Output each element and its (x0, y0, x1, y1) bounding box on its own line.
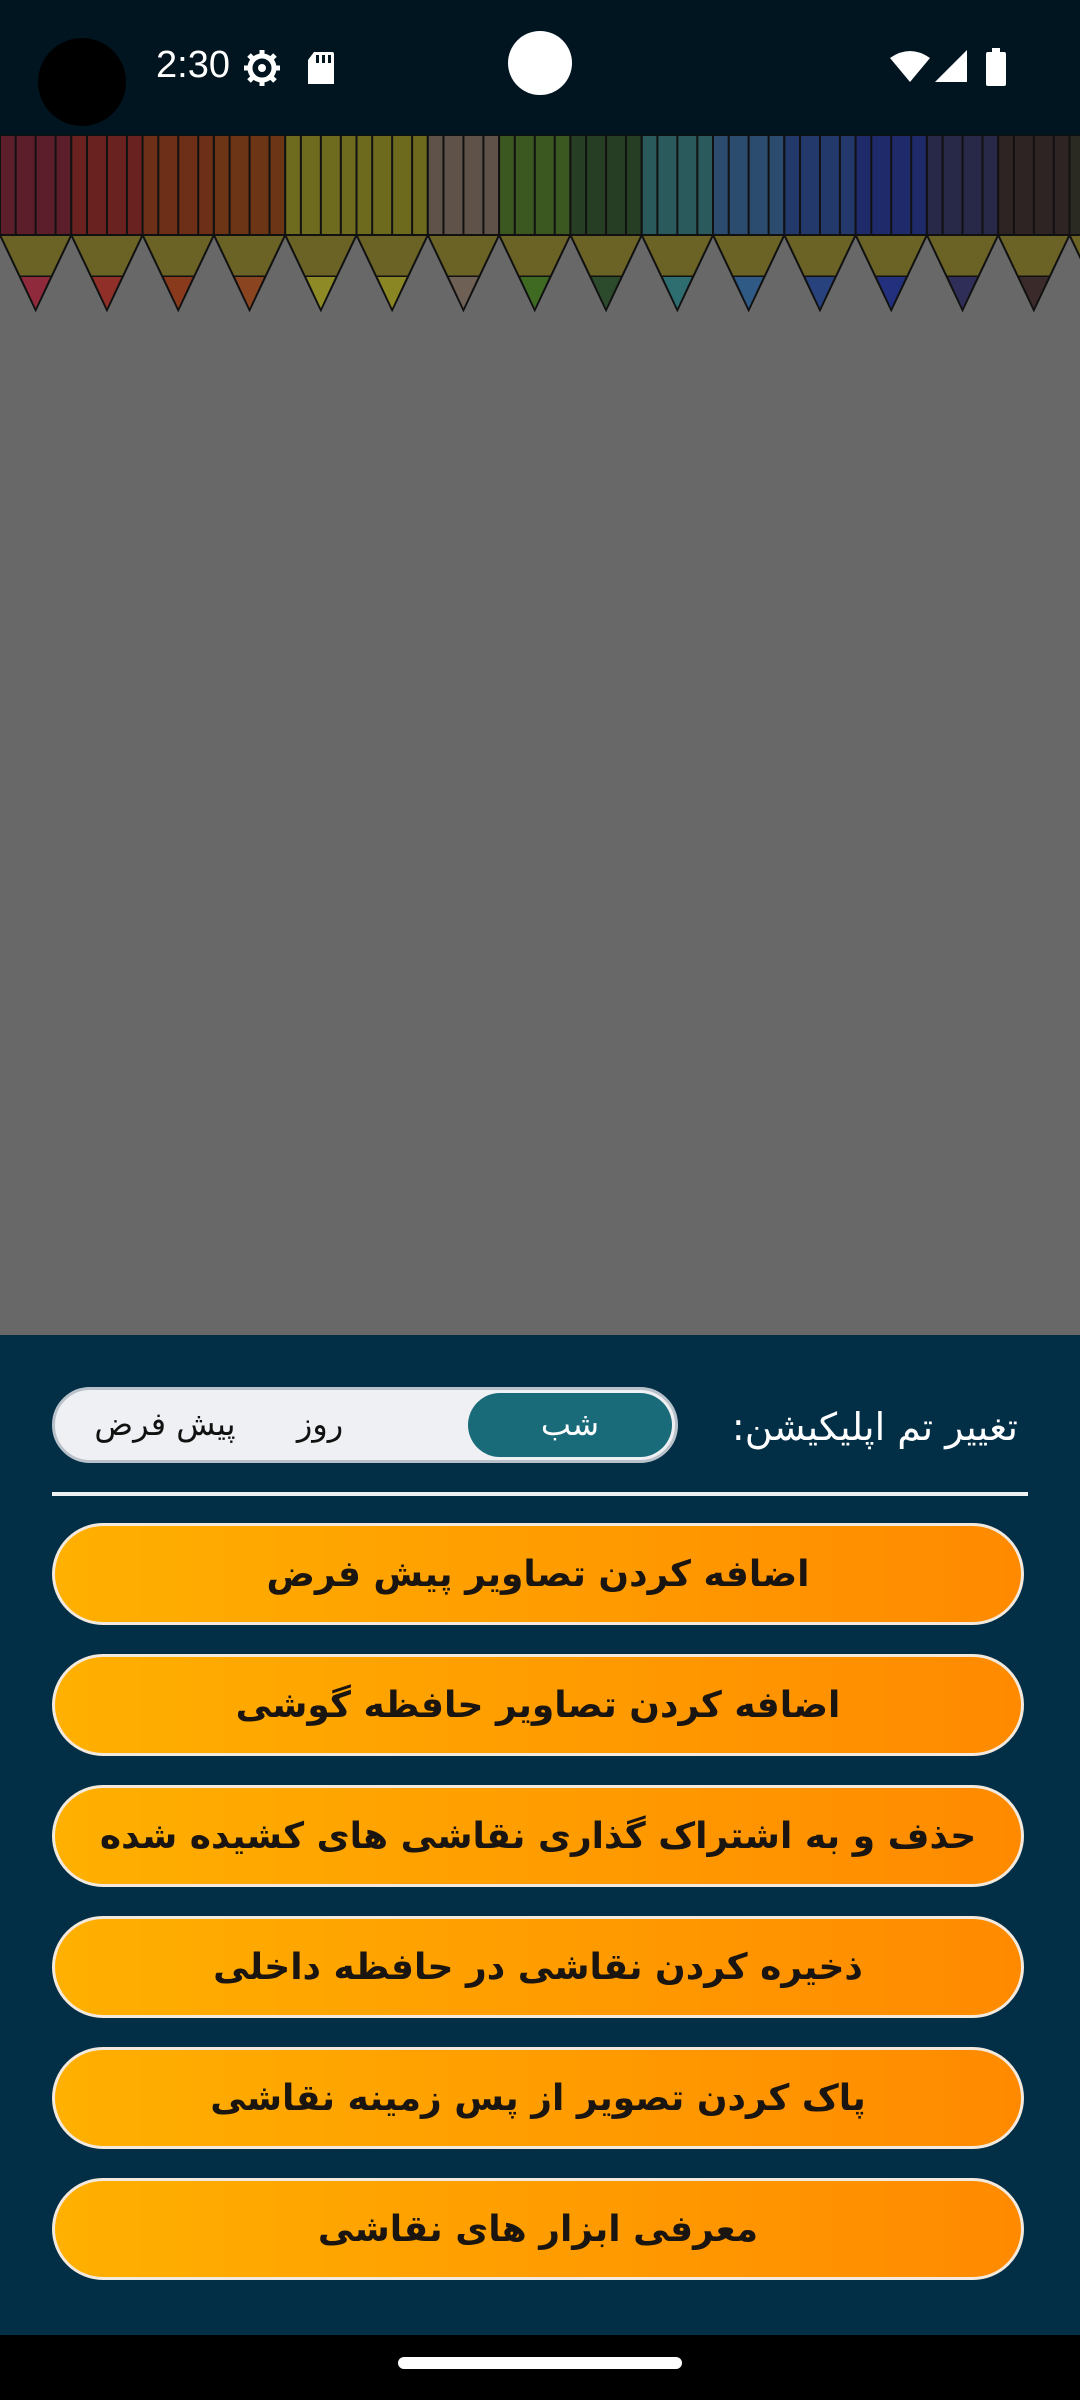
pencil-color-11[interactable] (782, 135, 858, 313)
delete-share-drawings-button[interactable]: حذف و به اشتراک گذاری نقاشی های کشیده شد… (52, 1785, 1024, 1887)
pencil-color-13[interactable] (925, 135, 1000, 313)
pencil-color-5[interactable] (354, 135, 430, 313)
clear-background-image-button[interactable]: پاک کردن تصویر از پس زمینه نقاشی (52, 2047, 1024, 2149)
button-label: اضافه کردن تصاویر حافظه گوشی (235, 1684, 841, 1726)
add-phone-images-button[interactable]: اضافه کردن تصاویر حافظه گوشی (52, 1654, 1024, 1756)
battery-icon (986, 48, 1006, 86)
pencil-color-strip[interactable] (0, 135, 1080, 313)
pencil-color-7[interactable] (497, 135, 572, 313)
pencil-color-12[interactable] (854, 135, 929, 313)
pencil-color-14[interactable] (996, 135, 1072, 313)
pencil-color-3[interactable] (212, 135, 287, 313)
divider (52, 1492, 1028, 1496)
status-time: 2:30 (156, 44, 230, 86)
pencil-color-8[interactable] (568, 135, 644, 313)
theme-option-night[interactable]: شب (468, 1393, 672, 1457)
theme-label: تغییر تم اپلیکیشن: (731, 1405, 1018, 1449)
pencil-color-9[interactable] (640, 135, 715, 313)
navigation-bar (0, 2335, 1080, 2400)
pencil-color-10[interactable] (711, 135, 786, 313)
button-label: اضافه کردن تصاویر پیش فرض (266, 1553, 810, 1595)
pencil-color-6[interactable] (426, 135, 501, 313)
theme-toggle[interactable]: پیش فرض روز شب (52, 1387, 678, 1463)
pencil-color-1[interactable] (69, 135, 145, 313)
cell-signal-icon (935, 50, 967, 82)
theme-option-default[interactable]: پیش فرض (65, 1390, 265, 1460)
theme-option-day[interactable]: روز (255, 1390, 385, 1460)
button-label: پاک کردن تصویر از پس زمینه نقاشی (210, 2077, 866, 2119)
status-center-dot (508, 31, 572, 95)
add-default-images-button[interactable]: اضافه کردن تصاویر پیش فرض (52, 1523, 1024, 1625)
wifi-icon (890, 51, 930, 82)
settings-gear-icon (244, 50, 280, 86)
pencil-color-0[interactable] (0, 135, 73, 313)
drawing-canvas[interactable] (0, 135, 1080, 1335)
front-camera-cutout (38, 38, 126, 126)
pencil-color-2[interactable] (141, 135, 216, 313)
settings-panel: تغییر تم اپلیکیشن: پیش فرض روز شب اضافه … (0, 1335, 1080, 2335)
home-indicator[interactable] (398, 2357, 682, 2369)
pencil-color-4[interactable] (283, 135, 359, 313)
sd-card-icon (308, 52, 334, 84)
button-label: معرفی ابزار های نقاشی (317, 2208, 759, 2250)
button-label: حذف و به اشتراک گذاری نقاشی های کشیده شد… (99, 1815, 977, 1857)
drawing-tools-intro-button[interactable]: معرفی ابزار های نقاشی (52, 2178, 1024, 2280)
status-bar: 2:30 (0, 0, 1080, 135)
button-label: ذخیره کردن نقاشی در حافظه داخلی (213, 1946, 863, 1988)
save-drawing-button[interactable]: ذخیره کردن نقاشی در حافظه داخلی (52, 1916, 1024, 2018)
pencil-color-15[interactable] (1067, 135, 1080, 310)
